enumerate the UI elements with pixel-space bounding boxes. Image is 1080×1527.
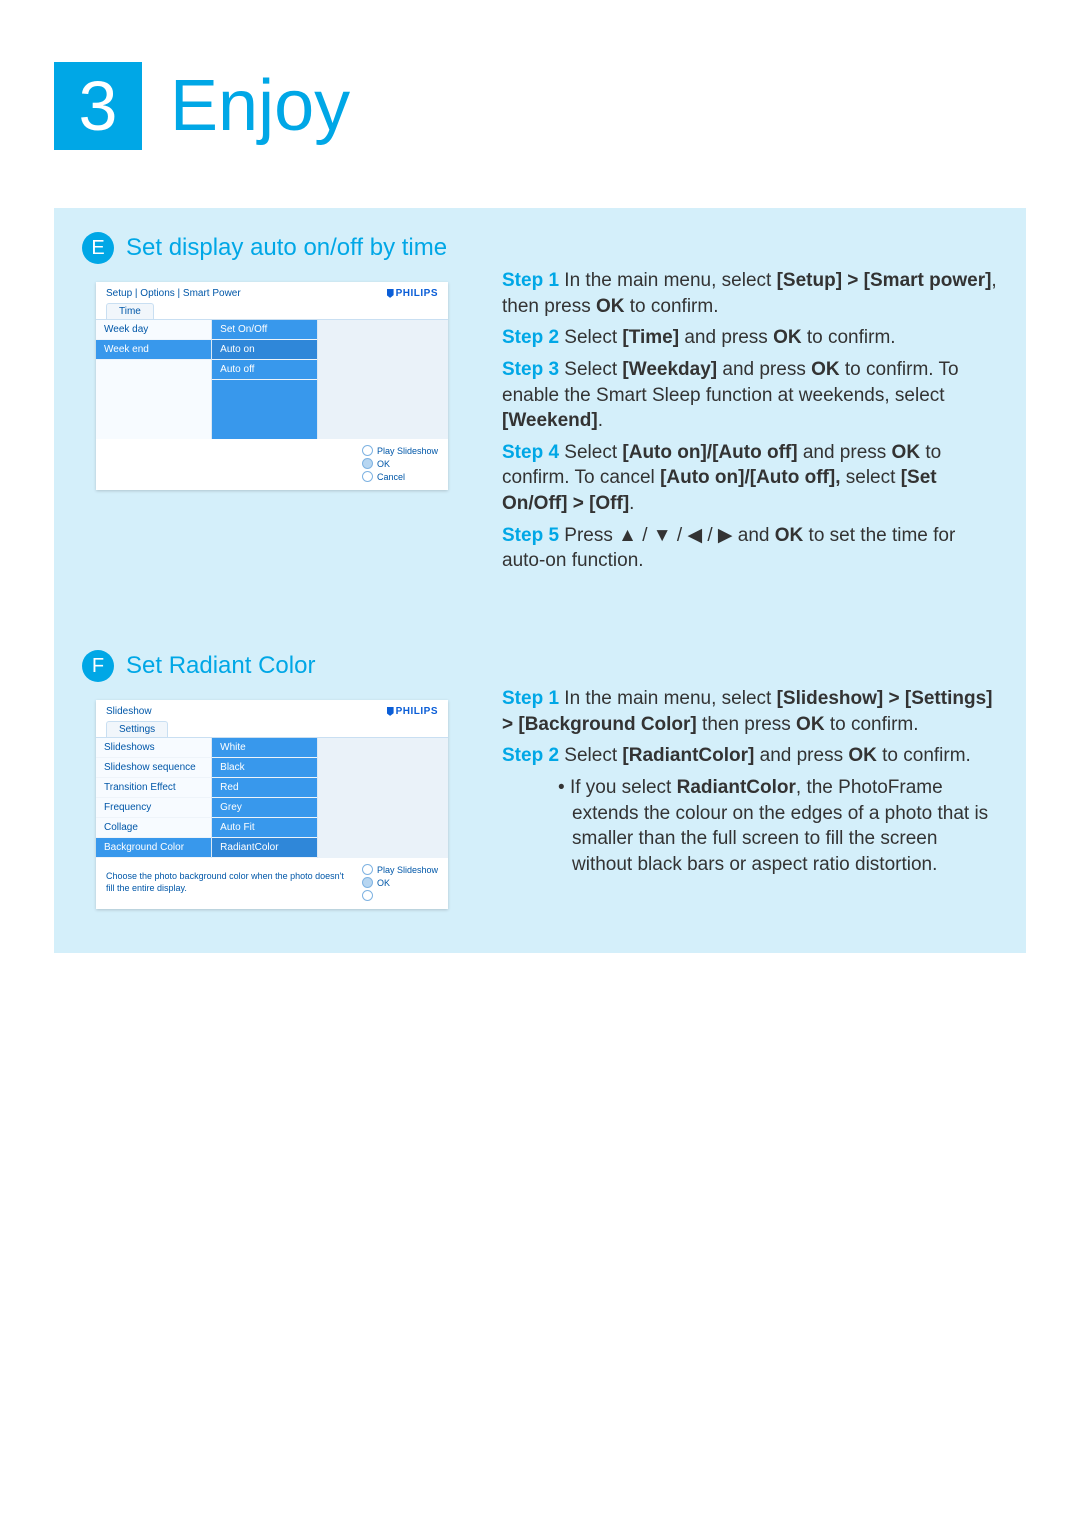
ring-icon bbox=[362, 864, 373, 875]
row-frequency: Frequency bbox=[96, 798, 211, 818]
opt-autofit: Auto Fit bbox=[212, 818, 317, 838]
opt-auto-off: Auto off bbox=[212, 360, 317, 380]
section-e-title: Set display auto on/off by time bbox=[126, 234, 447, 262]
screenshot-smart-power: Setup | Options | Smart Power PHILIPS Ti… bbox=[96, 282, 448, 490]
opt-red: Red bbox=[212, 778, 317, 798]
main-panel: E Set display auto on/off by time Setup … bbox=[54, 208, 1026, 953]
row-sequence: Slideshow sequence bbox=[96, 758, 211, 778]
row-slideshows: Slideshows bbox=[96, 738, 211, 758]
section-e: E Set display auto on/off by time Setup … bbox=[82, 232, 998, 580]
opt-set-onoff: Set On/Off bbox=[212, 320, 317, 340]
ring-icon bbox=[362, 458, 373, 469]
chapter-number-badge: 3 bbox=[54, 62, 142, 150]
row-transition: Transition Effect bbox=[96, 778, 211, 798]
section-e-steps: Step 1 In the main menu, select [Setup] … bbox=[502, 232, 998, 580]
action-ok: OK bbox=[377, 459, 390, 469]
section-f-steps: Step 1 In the main menu, select [Slidesh… bbox=[502, 650, 998, 909]
chapter-header: 3 Enjoy bbox=[0, 0, 1080, 190]
opt-white: White bbox=[212, 738, 317, 758]
ring-icon bbox=[362, 877, 373, 888]
section-f-title: Set Radiant Color bbox=[126, 652, 315, 680]
section-f: F Set Radiant Color Slideshow PHILIPS Se… bbox=[82, 650, 998, 909]
action-ok: OK bbox=[377, 878, 390, 888]
brand-shield-icon bbox=[387, 289, 394, 298]
row-weekend: Week end bbox=[96, 340, 211, 360]
footer-hint: Choose the photo background color when t… bbox=[106, 871, 352, 894]
screenshot-slideshow-settings: Slideshow PHILIPS Settings Slideshows Sl… bbox=[96, 700, 448, 909]
action-play-slideshow: Play Slideshow bbox=[377, 865, 438, 875]
breadcrumb: Setup | Options | Smart Power bbox=[106, 288, 241, 299]
arrow-keys-icon: ▲ / ▼ / ◀ / ▶ bbox=[618, 525, 732, 546]
section-e-badge: E bbox=[82, 232, 114, 264]
opt-grey: Grey bbox=[212, 798, 317, 818]
row-collage: Collage bbox=[96, 818, 211, 838]
row-background-color: Background Color bbox=[96, 838, 211, 858]
brand-logo: PHILIPS bbox=[387, 706, 438, 717]
tab-settings: Settings bbox=[106, 721, 168, 737]
section-f-badge: F bbox=[82, 650, 114, 682]
opt-auto-on: Auto on bbox=[212, 340, 317, 360]
action-play-slideshow: Play Slideshow bbox=[377, 446, 438, 456]
chapter-title: Enjoy bbox=[170, 65, 350, 147]
ring-icon bbox=[362, 445, 373, 456]
ring-icon bbox=[362, 471, 373, 482]
action-cancel: Cancel bbox=[377, 472, 405, 482]
brand-logo: PHILIPS bbox=[387, 288, 438, 299]
tab-time: Time bbox=[106, 303, 154, 319]
ring-icon bbox=[362, 890, 373, 901]
opt-radiantcolor: RadiantColor bbox=[212, 838, 317, 858]
opt-black: Black bbox=[212, 758, 317, 778]
brand-shield-icon bbox=[387, 707, 394, 716]
breadcrumb: Slideshow bbox=[106, 706, 152, 717]
row-weekday: Week day bbox=[96, 320, 211, 340]
